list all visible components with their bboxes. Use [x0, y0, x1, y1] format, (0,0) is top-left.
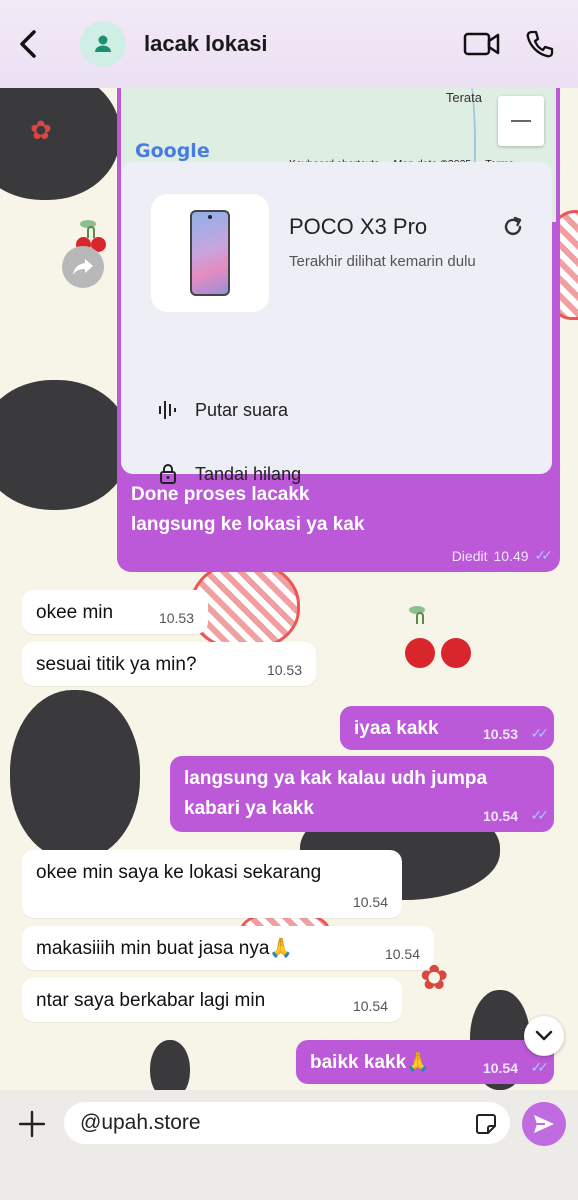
- scroll-to-bottom-button[interactable]: [524, 1016, 564, 1056]
- composer-bar: @upah.store: [0, 1090, 578, 1200]
- map-place-label: Terata: [445, 90, 482, 105]
- voice-call-button[interactable]: [518, 24, 562, 64]
- location-caption: Done proses lacakk langsung ke lokasi ya…: [131, 480, 364, 540]
- incoming-message[interactable]: sesuai titik ya min? 10.53: [22, 642, 316, 686]
- message-input-text: @upah.store: [80, 1111, 201, 1134]
- zoom-out-button[interactable]: [498, 96, 544, 146]
- message-meta: Diedit 10.49 ✓✓: [451, 547, 554, 564]
- chat-header: lacak lokasi: [0, 0, 578, 88]
- phone-icon: [526, 30, 554, 58]
- message-time: 10.54: [482, 1060, 518, 1076]
- chat-title[interactable]: lacak lokasi: [144, 31, 446, 57]
- incoming-message[interactable]: ntar saya berkabar lagi min 10.54: [22, 978, 402, 1022]
- cat-illustration: [0, 70, 120, 200]
- play-sound-label: Putar suara: [195, 399, 289, 420]
- message-time: 10.53: [482, 726, 518, 742]
- message-text: langsung ya kak kalau udh jumpa kabari y…: [184, 764, 487, 824]
- location-message-bubble[interactable]: Terata Google Keyboard shortcuts Map dat…: [117, 60, 560, 572]
- back-button[interactable]: [12, 24, 44, 64]
- edited-label: Diedit: [451, 547, 488, 564]
- message-time: 10.54: [384, 946, 420, 962]
- video-camera-icon: [463, 32, 500, 56]
- chevron-left-icon: [20, 30, 36, 58]
- send-button[interactable]: [522, 1102, 566, 1146]
- message-time: 10.54: [352, 998, 388, 1014]
- plus-icon: [18, 1110, 46, 1138]
- cat-illustration: [10, 690, 140, 860]
- message-time: 10.49: [493, 547, 529, 564]
- message-input[interactable]: @upah.store: [64, 1102, 510, 1144]
- forward-button[interactable]: [62, 246, 104, 288]
- read-ticks-icon: ✓✓: [530, 725, 550, 741]
- sticker-button[interactable]: [474, 1112, 498, 1136]
- message-line: langsung ya kak kalau udh jumpa: [184, 768, 488, 789]
- cherry-illustration: [405, 606, 471, 668]
- message-text: okee min saya ke lokasi sekarang: [36, 862, 322, 883]
- attach-button[interactable]: [16, 1108, 48, 1140]
- device-name: POCO X3 Pro: [289, 214, 428, 239]
- message-time: 10.54: [482, 808, 518, 824]
- person-icon: [95, 35, 111, 52]
- outgoing-message[interactable]: iyaa kakk 10.53 ✓✓: [340, 706, 554, 750]
- forward-arrow-icon: [73, 259, 93, 275]
- caption-line: langsung ke lokasi ya kak: [131, 514, 365, 535]
- send-icon: [534, 1115, 554, 1133]
- message-time: 10.54: [352, 894, 388, 910]
- read-ticks-icon: ✓✓: [534, 547, 554, 563]
- google-logo: Google: [135, 140, 210, 162]
- minus-icon: [511, 120, 531, 122]
- chevron-down-icon: [535, 1030, 553, 1041]
- message-time: 10.53: [266, 662, 302, 678]
- message-text: makasiiih min buat jasa nya🙏: [36, 938, 294, 959]
- device-panel: POCO X3 Pro Terakhir dilihat kemarin dul…: [121, 162, 552, 484]
- outgoing-message[interactable]: langsung ya kak kalau udh jumpa kabari y…: [170, 756, 554, 832]
- device-image: [151, 194, 269, 312]
- cat-illustration: [0, 380, 130, 510]
- sticker-icon: [476, 1114, 496, 1134]
- incoming-message[interactable]: makasiiih min buat jasa nya🙏 10.54: [22, 926, 434, 970]
- incoming-message[interactable]: okee min saya ke lokasi sekarang 10.54: [22, 850, 402, 918]
- bow-icon: ✿: [30, 116, 52, 146]
- caption-line: Done proses lacakk: [131, 484, 310, 505]
- refresh-button[interactable]: [500, 214, 526, 240]
- incoming-message[interactable]: okee min 10.53: [22, 590, 208, 634]
- read-ticks-icon: ✓✓: [530, 1059, 550, 1075]
- refresh-icon: [504, 216, 522, 236]
- video-call-button[interactable]: [460, 24, 504, 64]
- message-text: sesuai titik ya min?: [36, 654, 197, 675]
- play-sound-action[interactable]: Putar suara: [157, 398, 288, 422]
- message-text: okee min: [36, 602, 114, 623]
- read-ticks-icon: ✓✓: [530, 807, 550, 823]
- message-text: iyaa kakk: [354, 718, 439, 739]
- message-time: 10.53: [158, 610, 194, 626]
- sound-wave-icon: [157, 398, 179, 422]
- message-text: baikk kakk🙏: [310, 1052, 430, 1073]
- phone-illustration: [190, 210, 230, 296]
- message-text: ntar saya berkabar lagi min: [36, 990, 266, 1011]
- outgoing-message[interactable]: baikk kakk🙏 10.54 ✓✓: [296, 1040, 554, 1084]
- last-seen-status: Terakhir dilihat kemarin dulu: [289, 253, 476, 270]
- avatar[interactable]: [80, 21, 126, 67]
- message-line: kabari ya kakk: [184, 798, 314, 819]
